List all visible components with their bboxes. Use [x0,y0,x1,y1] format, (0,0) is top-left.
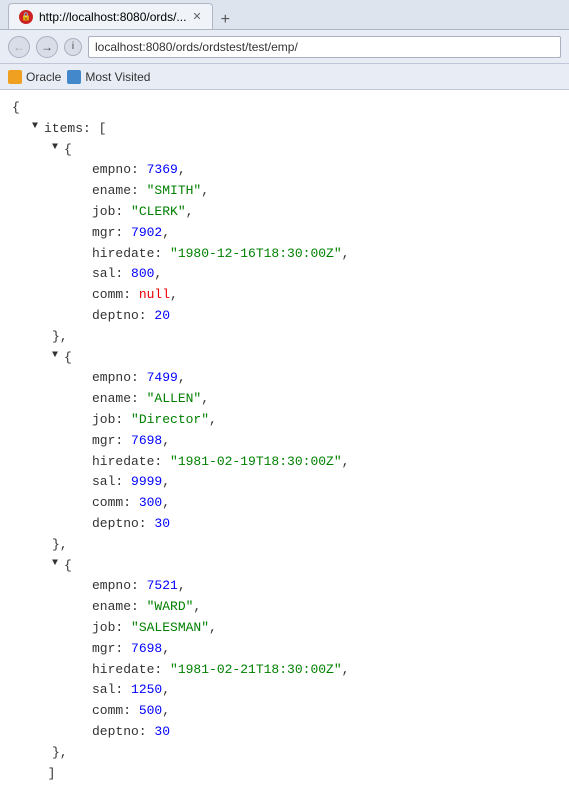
item2-sal: sal: 9999, [12,472,557,493]
item2-open: ▼ { [12,348,557,369]
item3-collapse-toggle[interactable]: ▼ [52,556,64,572]
item1-comm: comm: null, [12,285,557,306]
info-button[interactable]: i [64,38,82,56]
item2-close: }, [12,535,557,556]
active-tab[interactable]: 🔒 http://localhost:8080/ords/... ✕ [8,3,213,29]
item3-deptno: deptno: 30 [12,722,557,743]
item3-hiredate: hiredate: "1981-02-21T18:30:00Z", [12,660,557,681]
item1-ename: ename: "SMITH", [12,181,557,202]
item2-ename: ename: "ALLEN", [12,389,557,410]
tab-area: 🔒 http://localhost:8080/ords/... ✕ + [8,0,234,29]
address-bar: ← → i [0,30,569,64]
title-bar: 🔒 http://localhost:8080/ords/... ✕ + [0,0,569,30]
url-bar[interactable] [88,36,561,58]
tab-favicon: 🔒 [19,10,33,24]
new-tab-button[interactable]: + [217,11,234,29]
item1-collapse-toggle[interactable]: ▼ [52,140,64,156]
item2-comm: comm: 300, [12,493,557,514]
item2-mgr: mgr: 7698, [12,431,557,452]
root-open-brace: { [12,98,557,119]
most-visited-bookmark[interactable]: Most Visited [67,70,150,84]
item3-sal: sal: 1250, [12,680,557,701]
item1-deptno: deptno: 20 [12,306,557,327]
item2-deptno: deptno: 30 [12,514,557,535]
most-visited-label: Most Visited [85,70,150,84]
forward-button[interactable]: → [36,36,58,58]
item2-job: job: "Director", [12,410,557,431]
items-close-bracket: ] [12,764,557,785]
oracle-bookmark-label: Oracle [26,70,61,84]
tab-title: http://localhost:8080/ords/... [39,10,186,24]
item2-collapse-toggle[interactable]: ▼ [52,348,64,364]
json-content: { ▼ items: [ ▼ { empno: 7369, ename: "SM… [0,90,569,792]
item1-mgr: mgr: 7902, [12,223,557,244]
item2-hiredate: hiredate: "1981-02-19T18:30:00Z", [12,452,557,473]
item3-close: }, [12,743,557,764]
item3-ename: ename: "WARD", [12,597,557,618]
item3-mgr: mgr: 7698, [12,639,557,660]
back-button[interactable]: ← [8,36,30,58]
item1-open: ▼ { [12,140,557,161]
item3-open: ▼ { [12,556,557,577]
oracle-bookmark[interactable]: Oracle [8,70,61,84]
tab-close-button[interactable]: ✕ [192,10,201,23]
most-visited-icon [67,70,81,84]
items-collapse-toggle[interactable]: ▼ [32,119,44,135]
item3-comm: comm: 500, [12,701,557,722]
item1-hiredate: hiredate: "1980-12-16T18:30:00Z", [12,244,557,265]
bookmarks-bar: Oracle Most Visited [0,64,569,90]
oracle-bookmark-icon [8,70,22,84]
item2-empno: empno: 7499, [12,368,557,389]
item1-close: }, [12,327,557,348]
item3-job: job: "SALESMAN", [12,618,557,639]
item1-job: job: "CLERK", [12,202,557,223]
items-key-line: ▼ items: [ [12,119,557,140]
item1-empno: empno: 7369, [12,160,557,181]
item3-empno: empno: 7521, [12,576,557,597]
item1-sal: sal: 800, [12,264,557,285]
